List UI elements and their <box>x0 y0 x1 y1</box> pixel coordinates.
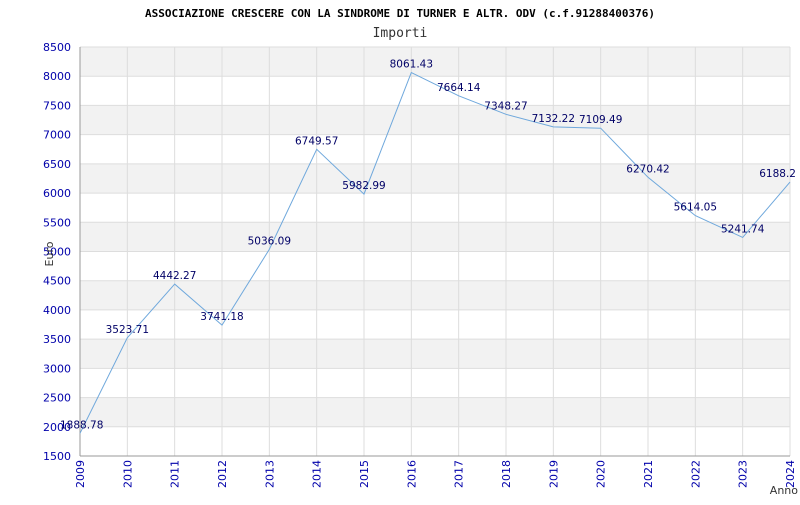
chart-root: ASSOCIAZIONE CRESCERE CON LA SINDROME DI… <box>0 0 800 500</box>
data-label: 5614.05 <box>674 202 717 214</box>
data-label: 5982.99 <box>342 180 385 192</box>
x-tick-label: 2018 <box>500 460 513 488</box>
data-label: 5036.09 <box>248 235 291 247</box>
x-tick-label: 2010 <box>121 460 134 488</box>
x-tick-labels: 2009 2010 2011 2012 2013 2014 2015 2016 2017 2018… <box>74 460 797 488</box>
data-label: 8061.43 <box>390 59 433 71</box>
data-label: 7664.14 <box>437 82 481 94</box>
x-tick-label: 2015 <box>358 460 371 488</box>
y-tick-label: 6500 <box>43 158 71 171</box>
x-axis-label: Anno <box>770 484 798 497</box>
data-label: 4442.27 <box>153 270 196 282</box>
y-tick-label: 1500 <box>43 450 71 463</box>
x-tick-label: 2021 <box>642 460 655 488</box>
grid-band <box>80 397 790 427</box>
chart-title: ASSOCIAZIONE CRESCERE CON LA SINDROME DI… <box>145 7 655 20</box>
grid-band <box>80 163 790 194</box>
x-tick-label: 2012 <box>216 460 229 488</box>
y-tick-label: 3500 <box>43 333 71 346</box>
y-tick-label: 5500 <box>43 216 71 229</box>
x-tick-label: 2016 <box>405 460 418 488</box>
grid-bands <box>80 47 790 427</box>
line-chart: ASSOCIAZIONE CRESCERE CON LA SINDROME DI… <box>43 7 798 497</box>
data-label: 3741.18 <box>200 311 243 323</box>
data-label: 1888.78 <box>60 419 103 431</box>
data-label: 6270.42 <box>626 163 669 175</box>
y-tick-label: 6000 <box>43 187 71 200</box>
y-axis-label: Euro <box>43 241 56 266</box>
y-tick-label: 7500 <box>43 99 71 112</box>
x-tick-label: 2020 <box>595 460 608 488</box>
grid-band <box>80 105 790 135</box>
data-label: 7132.22 <box>532 113 575 125</box>
y-tick-label: 7000 <box>43 129 71 142</box>
data-label: 6749.57 <box>295 135 338 147</box>
x-tick-label: 2022 <box>689 460 702 488</box>
y-tick-label: 4000 <box>43 304 71 317</box>
x-tick-label: 2011 <box>169 460 182 488</box>
grid-band <box>80 280 790 310</box>
x-tick-label: 2017 <box>453 460 466 488</box>
x-tick-label: 2023 <box>737 460 750 488</box>
x-tick-label: 2019 <box>547 460 560 488</box>
grid-band <box>80 222 790 252</box>
y-tick-label: 4500 <box>43 275 71 288</box>
grid-band <box>80 47 790 77</box>
data-label: 5241.74 <box>721 223 765 235</box>
data-label: 7348.27 <box>484 100 527 112</box>
data-label: 3523.71 <box>106 324 149 336</box>
x-tick-label: 2014 <box>311 460 324 488</box>
chart-subtitle: Importi <box>373 26 428 41</box>
x-tick-label: 2013 <box>263 460 276 488</box>
x-tick-label: 2009 <box>74 460 87 488</box>
data-label: 7109.49 <box>579 114 622 126</box>
y-tick-label: 8500 <box>43 41 71 54</box>
grid-band <box>80 339 790 369</box>
y-tick-label: 3000 <box>43 362 71 375</box>
y-tick-label: 8000 <box>43 70 71 83</box>
data-label: 6188.2 <box>759 168 796 180</box>
y-tick-label: 2500 <box>43 392 71 405</box>
